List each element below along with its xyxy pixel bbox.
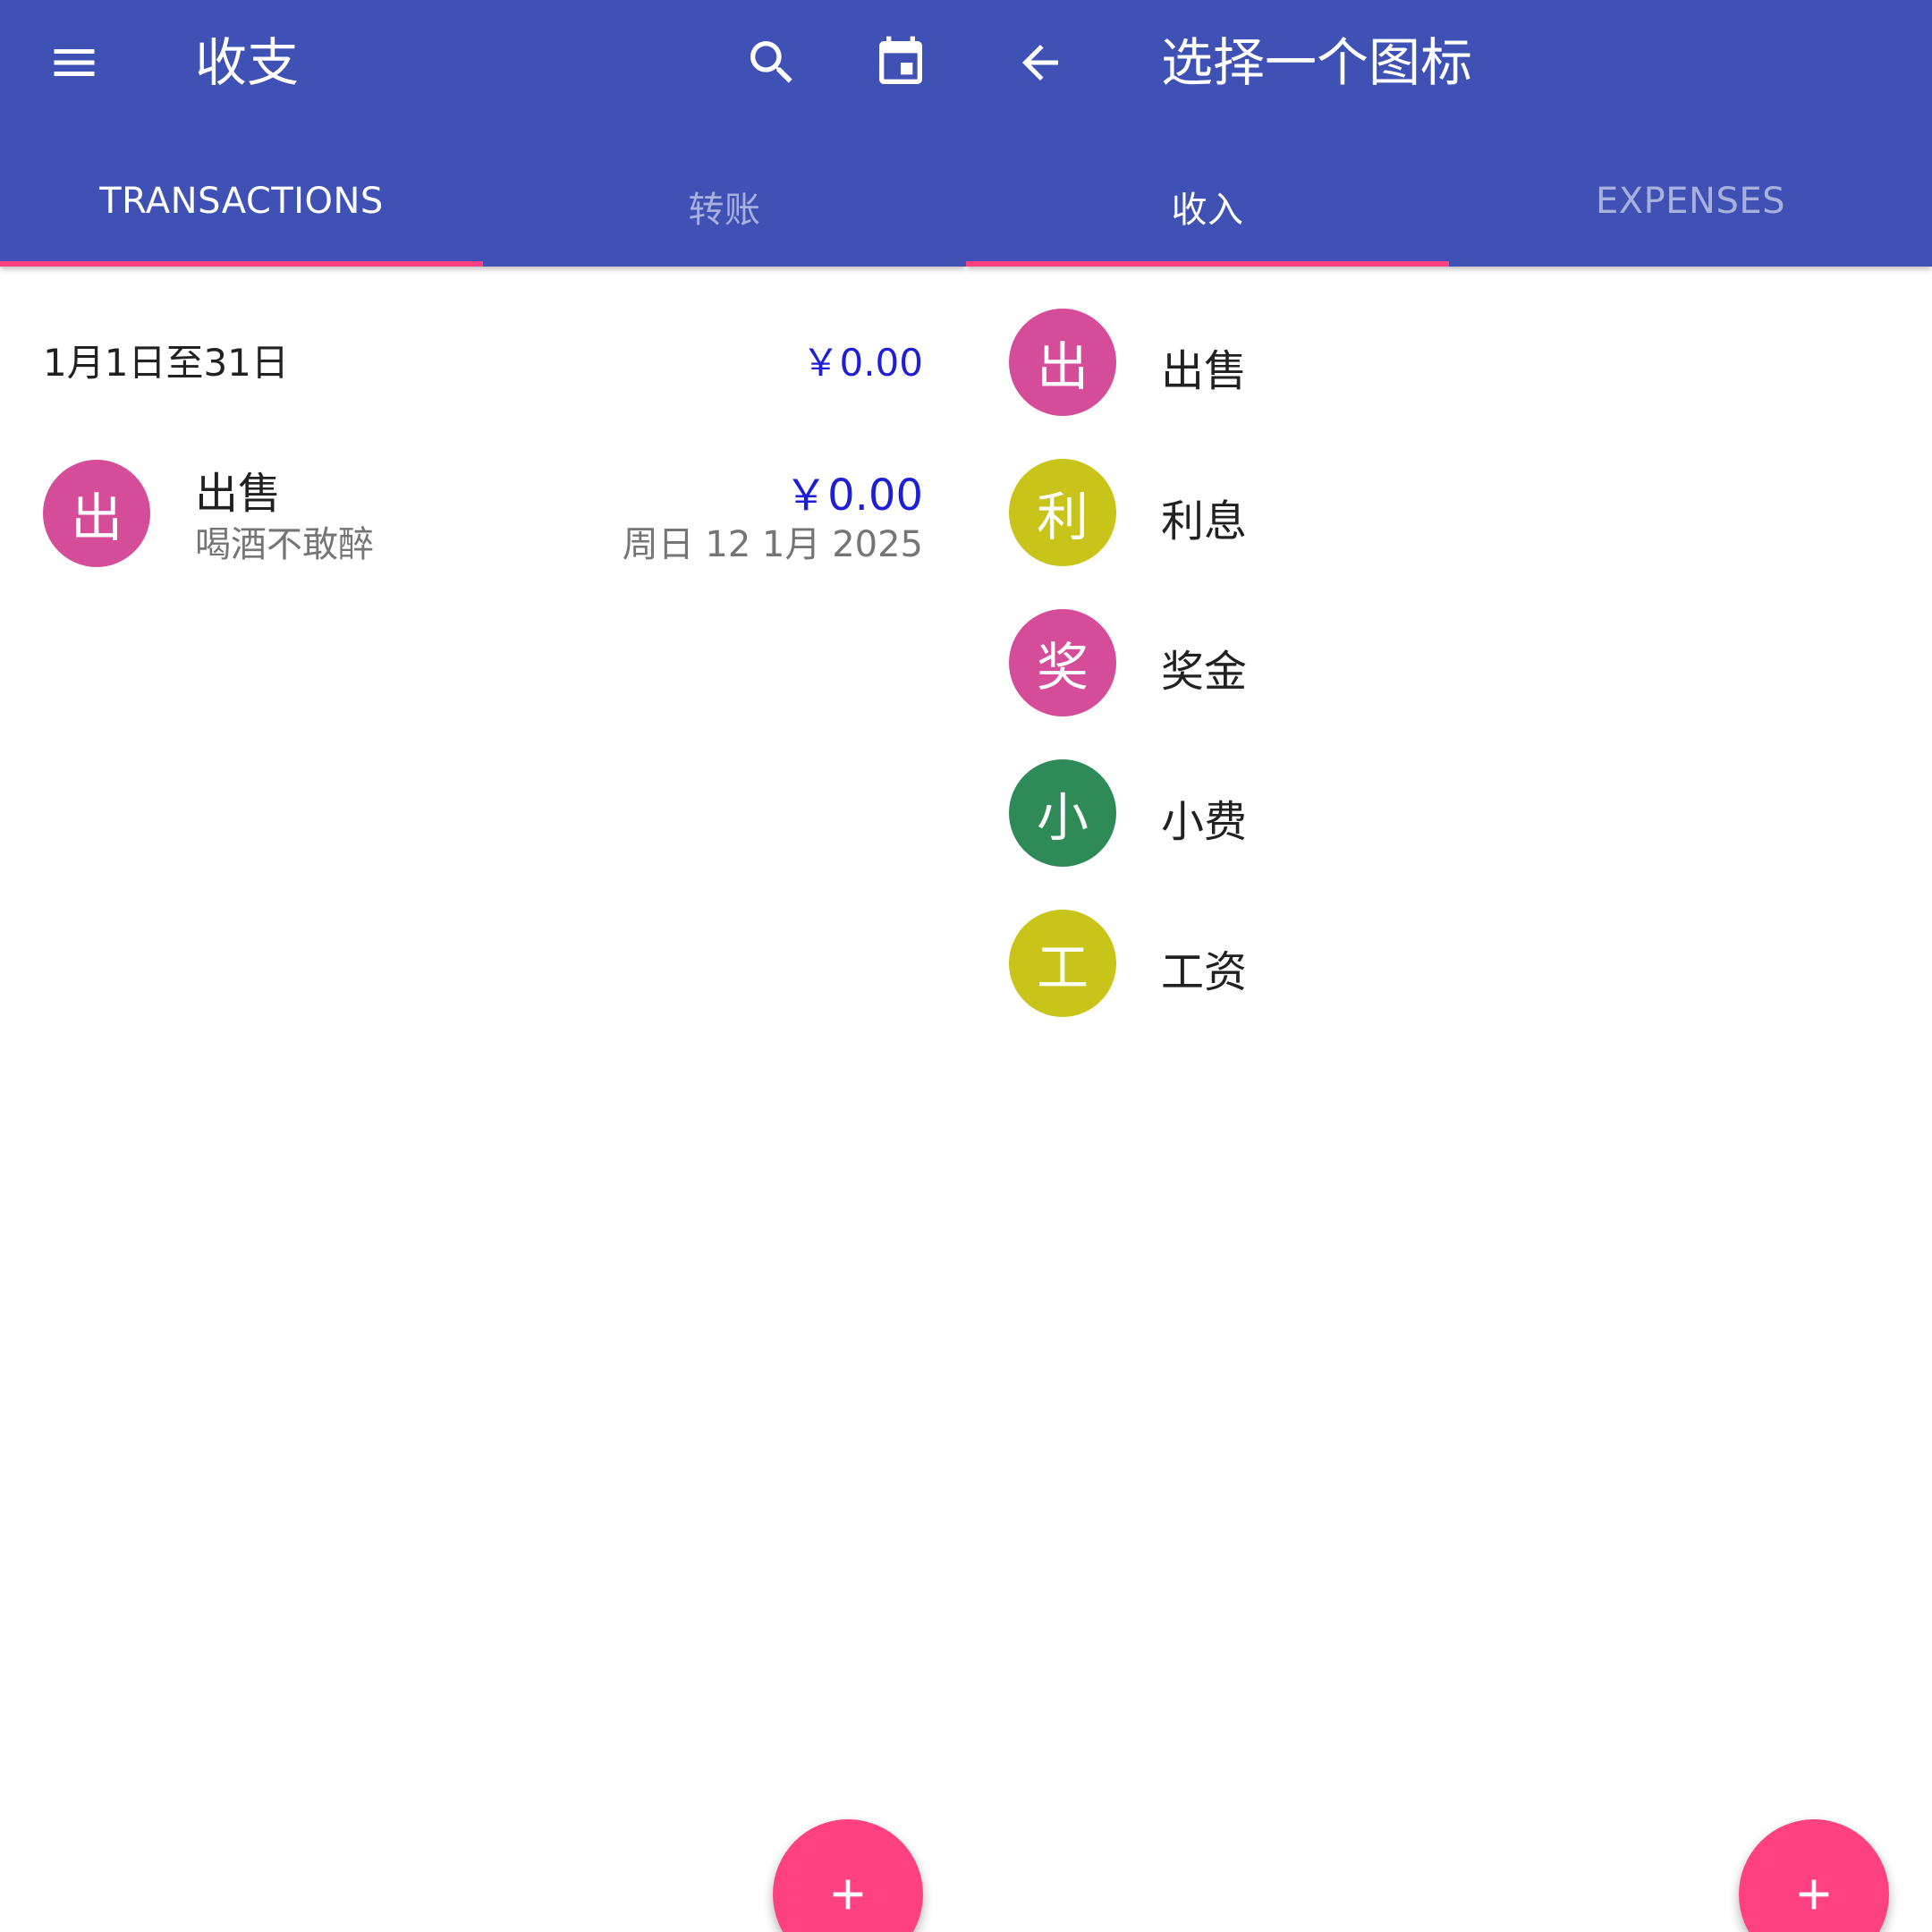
add-icon: [1799, 1879, 1829, 1910]
add-icon: [833, 1879, 863, 1910]
tab-income[interactable]: 收入: [966, 161, 1449, 267]
tab-label: TRANSACTIONS: [99, 181, 384, 222]
tab-label: 收入: [1171, 190, 1244, 231]
add-transaction-button[interactable]: [773, 1819, 923, 1932]
icon-option[interactable]: 利 利息: [966, 445, 1932, 580]
icon-option[interactable]: 出 出售: [966, 295, 1932, 429]
transaction-date: 周日 12 1月 2025: [622, 524, 923, 565]
toolbar: 收支: [0, 0, 966, 125]
category-avatar: 出: [1009, 309, 1116, 416]
screen-root: 收支 TRANSACTIONS 转账 1月1日至31日 ￥0.00 出 出售 喝…: [0, 0, 1932, 1932]
category-avatar: 工: [1009, 910, 1116, 1017]
period-range: 1月1日至31日: [43, 341, 289, 385]
tab-indicator: [966, 261, 1449, 267]
icon-option-name: 小费: [1161, 797, 1248, 847]
page-title: 收支: [195, 32, 300, 93]
transaction-amount: ￥0.00: [784, 470, 923, 521]
category-avatar: 小: [1009, 759, 1116, 867]
tab-label: 转账: [688, 190, 761, 231]
transaction-row[interactable]: 出 出售 喝酒不敢醉 ￥0.00 周日 12 1月 2025: [0, 447, 966, 581]
choose-icon-screen: 选择一个图标 收入 EXPENSES 出 出售 利 利息 奖 奖金 小 小费 工…: [966, 0, 1932, 1932]
search-icon[interactable]: [741, 31, 803, 94]
arrow-back-icon[interactable]: [1009, 31, 1072, 94]
tab-expenses[interactable]: EXPENSES: [1449, 161, 1932, 267]
calendar-icon[interactable]: [869, 31, 932, 94]
app-bar: 选择一个图标 收入 EXPENSES: [966, 0, 1932, 267]
page-title: 选择一个图标: [1161, 32, 1473, 93]
category-avatar: 奖: [1009, 609, 1116, 716]
icon-option-name: 利息: [1161, 496, 1248, 547]
tab-transactions[interactable]: TRANSACTIONS: [0, 161, 483, 267]
tab-bar: TRANSACTIONS 转账: [0, 161, 966, 267]
icon-option[interactable]: 工 工资: [966, 896, 1932, 1030]
icon-option-name: 出售: [1161, 346, 1248, 396]
add-icon-button[interactable]: [1739, 1819, 1889, 1932]
category-avatar: 利: [1009, 459, 1116, 566]
tab-label: EXPENSES: [1595, 181, 1786, 222]
icon-option[interactable]: 小 小费: [966, 746, 1932, 880]
transactions-screen: 收支 TRANSACTIONS 转账 1月1日至31日 ￥0.00 出 出售 喝…: [0, 0, 966, 1932]
period-summary: 1月1日至31日 ￥0.00: [0, 324, 966, 386]
period-total: ￥0.00: [801, 341, 923, 385]
menu-icon[interactable]: [43, 31, 106, 94]
category-avatar: 出: [43, 460, 150, 567]
transaction-category: 出售: [195, 469, 282, 519]
transaction-note: 喝酒不敢醉: [195, 524, 374, 565]
icon-option-name: 工资: [1161, 947, 1248, 997]
toolbar: 选择一个图标: [966, 0, 1932, 125]
icon-option-name: 奖金: [1161, 647, 1248, 697]
tab-transfers[interactable]: 转账: [483, 161, 966, 267]
icon-option[interactable]: 奖 奖金: [966, 596, 1932, 730]
app-bar: 收支 TRANSACTIONS 转账: [0, 0, 966, 267]
tab-indicator: [0, 261, 483, 267]
tab-bar: 收入 EXPENSES: [966, 161, 1932, 267]
